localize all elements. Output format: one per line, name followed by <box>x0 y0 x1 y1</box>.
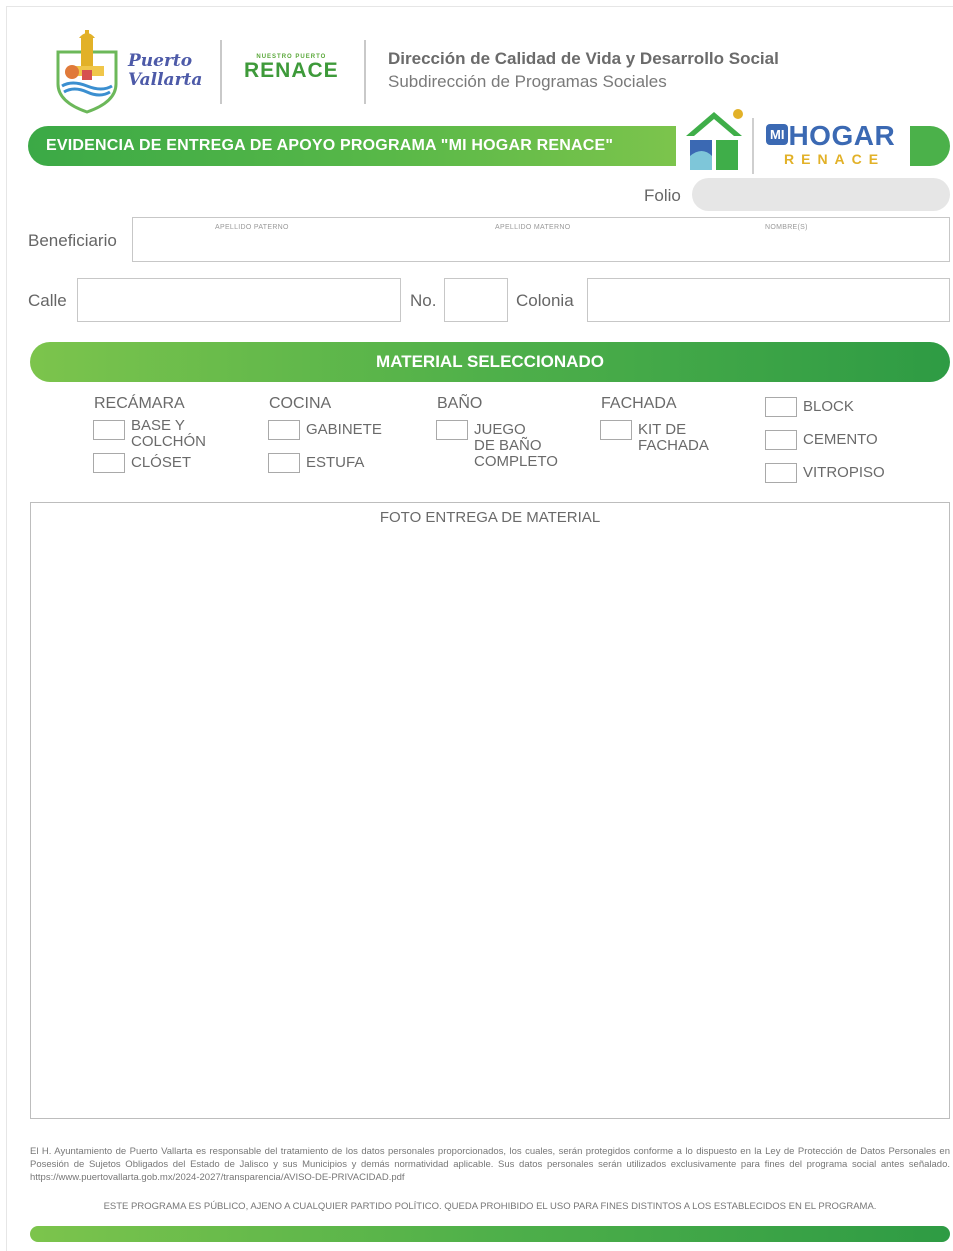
calle-field[interactable] <box>77 278 401 322</box>
photo-box-label: FOTO ENTREGA DE MATERIAL <box>379 509 601 526</box>
kit-fachada-label: KIT DE FACHADA <box>638 422 709 454</box>
bano-title: BAÑO <box>437 395 483 412</box>
house-logo-icon <box>686 109 743 170</box>
logo-text-line2: Vallarta <box>128 70 203 90</box>
renace-logo: NUESTRO PUERTO RENACE <box>244 54 339 82</box>
no-label: No. <box>410 291 437 310</box>
juego-bano-label-line3: COMPLETO <box>474 453 558 470</box>
renace-logo-main: RENACE <box>244 59 339 82</box>
no-field[interactable] <box>444 278 508 322</box>
vitropiso-label: VITROPISO <box>803 464 885 481</box>
photo-evidence-box[interactable]: FOTO ENTREGA DE MATERIAL <box>30 502 950 1119</box>
beneficiario-label: Beneficiario <box>28 231 117 250</box>
mi-hogar-renace-logo: MI HOGAR RENACE <box>766 120 896 167</box>
estufa-checkbox[interactable] <box>268 453 300 473</box>
juego-bano-checkbox[interactable] <box>436 420 468 440</box>
base-colchon-label-line1: BASE Y <box>131 417 185 434</box>
apellido-paterno-caption: APELLIDO PATERNO <box>215 224 289 231</box>
apellido-materno-caption: APELLIDO MATERNO <box>495 224 571 231</box>
program-disclaimer: ESTE PROGRAMA ES PÚBLICO, AJENO A CUALQU… <box>103 1201 877 1212</box>
juego-bano-label-line2: DE BAÑO <box>474 437 542 454</box>
header-divider <box>220 40 222 104</box>
fachada-title: FACHADA <box>601 395 677 412</box>
juego-bano-label: JUEGO DE BAÑO COMPLETO <box>474 422 558 470</box>
footer-green-bar <box>30 1226 950 1242</box>
kit-fachada-label-line2: FACHADA <box>638 437 709 454</box>
closet-label: CLÓSET <box>131 454 192 471</box>
base-colchon-label: BASE Y COLCHÓN <box>131 418 206 450</box>
puerto-vallarta-logo-text: Puerto Vallarta <box>128 52 202 90</box>
calle-label: Calle <box>28 291 67 310</box>
cemento-label: CEMENTO <box>803 431 878 448</box>
direction-title: Dirección de Calidad de Vida y Desarroll… <box>388 49 779 68</box>
folio-field[interactable] <box>692 178 950 211</box>
logo-renace: RENACE <box>784 151 886 167</box>
gabinete-checkbox[interactable] <box>268 420 300 440</box>
colonia-field[interactable] <box>587 278 950 322</box>
colonia-label: Colonia <box>516 291 574 310</box>
banner-end-tab <box>910 126 950 166</box>
header-divider <box>364 40 366 104</box>
logo-text-line1: Puerto <box>128 51 193 71</box>
privacy-notice: El H. Ayuntamiento de Puerto Vallarta es… <box>30 1146 950 1183</box>
puerto-vallarta-emblem-icon <box>56 30 118 114</box>
document-title-banner: EVIDENCIA DE ENTREGA DE APOYO PROGRAMA "… <box>28 126 676 166</box>
kit-fachada-checkbox[interactable] <box>600 420 632 440</box>
block-label: BLOCK <box>803 398 854 415</box>
closet-checkbox[interactable] <box>93 453 125 473</box>
kit-fachada-label-line1: KIT DE <box>638 421 687 438</box>
logo-mi: MI <box>766 124 789 145</box>
nombres-caption: NOMBRE(S) <box>765 224 808 231</box>
beneficiario-field[interactable]: APELLIDO PATERNO APELLIDO MATERNO NOMBRE… <box>132 217 950 262</box>
cocina-title: COCINA <box>269 395 332 412</box>
block-checkbox[interactable] <box>765 397 797 417</box>
banner-logo-divider <box>752 118 754 174</box>
vitropiso-checkbox[interactable] <box>765 463 797 483</box>
material-section-header: MATERIAL SELECCIONADO <box>30 342 950 382</box>
base-colchon-label-line2: COLCHÓN <box>131 433 207 450</box>
direction-subtitle: Subdirección de Programas Sociales <box>388 72 667 91</box>
estufa-label: ESTUFA <box>306 454 365 471</box>
folio-label: Folio <box>644 186 681 205</box>
cemento-checkbox[interactable] <box>765 430 797 450</box>
gabinete-label: GABINETE <box>306 421 382 438</box>
recamara-title: RECÁMARA <box>94 395 185 412</box>
logo-hogar: HOGAR <box>788 120 896 151</box>
base-colchon-checkbox[interactable] <box>93 420 125 440</box>
juego-bano-label-line1: JUEGO <box>474 421 526 438</box>
